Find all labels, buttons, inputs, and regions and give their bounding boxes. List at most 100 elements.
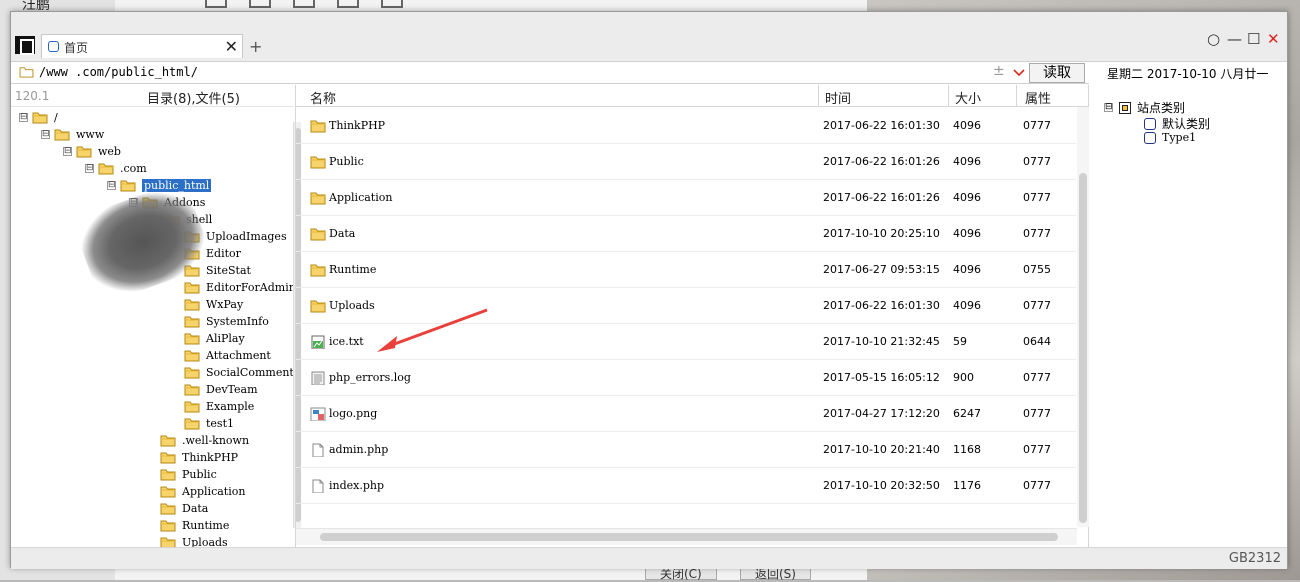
collapse-icon[interactable]: ⊟ — [63, 147, 72, 156]
file-time: 2017-06-22 16:01:30 — [823, 119, 940, 132]
file-row[interactable]: index.php 2017-10-10 20:32:50 1176 0777 — [296, 468, 1076, 504]
file-time: 2017-06-27 09:53:15 — [823, 263, 940, 276]
text-file-icon — [311, 335, 325, 349]
folder-icon — [120, 180, 136, 192]
folder-icon — [184, 401, 200, 413]
maximize-button[interactable]: ☐ — [1247, 30, 1260, 48]
tree-node-label: UploadImages — [206, 230, 287, 243]
file-size: 1176 — [953, 479, 981, 492]
file-list-vertical-scrollbar[interactable] — [1077, 107, 1089, 527]
tree-node[interactable]: SocialComment — [171, 364, 294, 381]
tree-node-label: Data — [182, 502, 209, 515]
tree-node[interactable]: Application — [147, 483, 245, 500]
file-size: 59 — [953, 335, 967, 348]
file-name: Public — [329, 155, 364, 168]
tree-node[interactable]: AliPlay — [171, 330, 245, 347]
chevron-down-icon[interactable] — [1011, 63, 1027, 81]
file-name: admin.php — [329, 443, 389, 456]
file-list-header: 名称 时间 大小 属性 — [296, 85, 1088, 107]
tree-node[interactable]: EditorForAdmin — [171, 279, 294, 296]
folder-icon — [19, 67, 34, 78]
column-attr[interactable]: 属性 — [1025, 88, 1051, 107]
tree-node-label: EditorForAdmin — [206, 281, 294, 294]
tree-node[interactable]: ⊟ web — [63, 143, 121, 160]
file-list-scrollbar-thumb[interactable] — [1079, 173, 1087, 523]
collapse-icon[interactable]: ⊟ — [85, 164, 94, 173]
tab-close-button[interactable]: ✕ — [225, 37, 238, 56]
folder-icon — [184, 418, 200, 430]
globe-icon — [1144, 131, 1156, 144]
column-size[interactable]: 大小 — [955, 88, 981, 107]
file-row[interactable]: Runtime 2017-06-27 09:53:15 4096 0755 — [296, 252, 1076, 288]
file-time: 2017-05-15 16:05:12 — [823, 371, 940, 384]
file-row[interactable]: php_errors.log 2017-05-15 16:05:12 900 0777 — [296, 360, 1076, 396]
close-window-button[interactable]: ✕ — [1267, 30, 1280, 48]
file-row[interactable]: Application 2017-06-22 16:01:26 4096 0777 — [296, 180, 1076, 216]
site-category-default[interactable]: 默认类别 — [1144, 115, 1210, 132]
site-category-root[interactable]: ⊟ 站点类别 — [1104, 99, 1185, 116]
tree-node[interactable]: test1 — [171, 415, 234, 432]
tree-node-label: SystemInfo — [206, 315, 269, 328]
file-row[interactable]: admin.php 2017-10-10 20:21:40 1168 0777 — [296, 432, 1076, 468]
folder-icon — [310, 120, 326, 133]
file-row[interactable]: ThinkPHP 2017-06-22 16:01:30 4096 0777 — [296, 108, 1076, 144]
read-button[interactable]: 读取 — [1029, 63, 1085, 83]
file-attr: 0755 — [1023, 263, 1051, 276]
file-row[interactable]: Data 2017-10-10 20:25:10 4096 0777 — [296, 216, 1076, 252]
file-list-hscroll-thumb[interactable] — [320, 533, 1058, 541]
file-time: 2017-04-27 17:12:20 — [823, 407, 940, 420]
collapse-icon[interactable]: ⊟ — [41, 130, 50, 139]
file-attr: 0777 — [1023, 227, 1051, 240]
restore-button[interactable]: ○ — [1207, 30, 1220, 48]
plus-minus-icon[interactable]: ± — [993, 63, 1005, 79]
tree-node-label: Attachment — [206, 349, 271, 362]
tree-node[interactable]: SystemInfo — [171, 313, 269, 330]
directory-tree: 120.1 目录(8),文件(5) ⊟/⊟www⊟web⊟.com⊟public… — [11, 85, 294, 547]
tab-home[interactable]: 首页 ✕ — [41, 34, 243, 58]
minimize-button[interactable]: — — [1227, 30, 1242, 48]
tree-node[interactable]: ⊟ .com — [85, 160, 147, 177]
tree-node[interactable]: DevTeam — [171, 381, 258, 398]
tree-node-label: web — [98, 145, 121, 158]
tree-node[interactable]: Public — [147, 466, 217, 483]
tree-node[interactable]: Attachment — [171, 347, 271, 364]
collapse-icon[interactable]: ⊟ — [1104, 103, 1113, 112]
new-tab-button[interactable]: + — [249, 37, 262, 56]
tree-node[interactable]: ⊟ / — [19, 109, 58, 126]
tree-node-label: Runtime — [182, 519, 230, 532]
tree-node[interactable]: Example — [171, 398, 254, 415]
tree-node[interactable]: .well-known — [147, 432, 249, 449]
address-path-input[interactable]: /www .com/public_html/ — [39, 65, 198, 79]
tree-node-label: SocialComment — [206, 366, 294, 379]
site-category-type1[interactable]: Type1 — [1144, 131, 1196, 144]
tree-node[interactable]: Uploads — [147, 534, 228, 547]
encoding-label[interactable]: GB2312 — [1229, 551, 1281, 566]
folder-icon — [310, 156, 326, 169]
file-attr: 0777 — [1023, 407, 1051, 420]
file-attr: 0777 — [1023, 299, 1051, 312]
tree-node-label: AliPlay — [206, 332, 245, 345]
tree-node-label: www — [76, 128, 105, 141]
tree-node[interactable]: WxPay — [171, 296, 243, 313]
log-file-icon — [311, 371, 325, 385]
column-time[interactable]: 时间 — [825, 88, 851, 107]
collapse-icon[interactable]: ⊟ — [19, 113, 28, 122]
file-size: 4096 — [953, 191, 981, 204]
folder-icon — [310, 192, 326, 205]
tree-node[interactable]: ⊟ www — [41, 126, 104, 143]
file-row[interactable]: Public 2017-06-22 16:01:26 4096 0777 — [296, 144, 1076, 180]
file-list-horizontal-scrollbar[interactable] — [296, 528, 1077, 545]
column-name[interactable]: 名称 — [310, 88, 336, 107]
file-size: 4096 — [953, 155, 981, 168]
file-row[interactable]: logo.png 2017-04-27 17:12:20 6247 0777 — [296, 396, 1076, 432]
collapse-icon[interactable]: ⊟ — [107, 181, 116, 190]
tree-node[interactable]: Runtime — [147, 517, 229, 534]
tree-node[interactable]: Data — [147, 500, 208, 517]
file-attr: 0777 — [1023, 155, 1051, 168]
file-time: 2017-10-10 21:32:45 — [823, 335, 940, 348]
site-category-label: 站点类别 — [1137, 101, 1186, 115]
app-logo-icon — [15, 36, 35, 55]
folder-icon — [160, 520, 176, 532]
tree-node[interactable]: ThinkPHP — [147, 449, 238, 466]
file-manager-window: 首页 ✕ + ○ — ☐ ✕ /www .com/public_html/ ± … — [10, 11, 1288, 569]
